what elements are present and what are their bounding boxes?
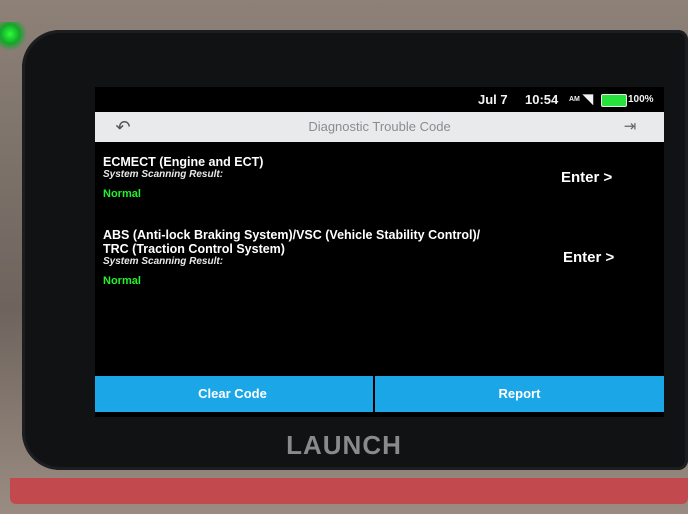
- status-ampm: AM: [569, 96, 580, 103]
- device-brand-logo: LAUNCH: [286, 430, 402, 460]
- scan-result-label: System Scanning Result:: [103, 256, 224, 267]
- battery-percent: 100%: [628, 94, 654, 105]
- scan-result-status: Normal: [103, 275, 141, 287]
- status-date: Jul 7: [478, 92, 508, 107]
- scan-result-status: Normal: [103, 188, 141, 200]
- button-bar: Clear Code Report: [95, 376, 664, 412]
- enter-button-abs[interactable]: Enter >: [563, 249, 614, 266]
- battery-icon: [601, 94, 627, 107]
- indicator-light: [0, 22, 26, 52]
- clear-code-button[interactable]: Clear Code: [95, 376, 373, 412]
- title-bar: ↶ Diagnostic Trouble Code ⇥: [95, 112, 664, 142]
- device-screen: Jul 7 10:54 AM ◥ 100% ↶ Diagnostic Troub…: [95, 87, 664, 417]
- exit-icon[interactable]: ⇥: [618, 116, 642, 138]
- system-item-abs[interactable]: ABS (Anti-lock Braking System)/VSC (Vehi…: [103, 228, 480, 287]
- scan-result-label: System Scanning Result:: [103, 169, 224, 180]
- page-title: Diagnostic Trouble Code: [308, 119, 451, 134]
- system-name: ABS (Anti-lock Braking System)/VSC (Vehi…: [103, 228, 481, 242]
- status-bar: Jul 7 10:54 AM ◥ 100%: [95, 87, 664, 112]
- system-name: ECMECT (Engine and ECT): [103, 155, 264, 169]
- status-time: 10:54: [525, 92, 559, 107]
- wifi-icon: ◥: [583, 91, 593, 106]
- enter-button-ecm[interactable]: Enter >: [561, 169, 612, 186]
- system-name-line2: TRC (Traction Control System): [103, 242, 285, 256]
- device-red-edge: [10, 478, 688, 504]
- system-item-ecm[interactable]: ECMECT (Engine and ECT) System Scanning …: [103, 155, 263, 200]
- report-button[interactable]: Report: [375, 376, 664, 412]
